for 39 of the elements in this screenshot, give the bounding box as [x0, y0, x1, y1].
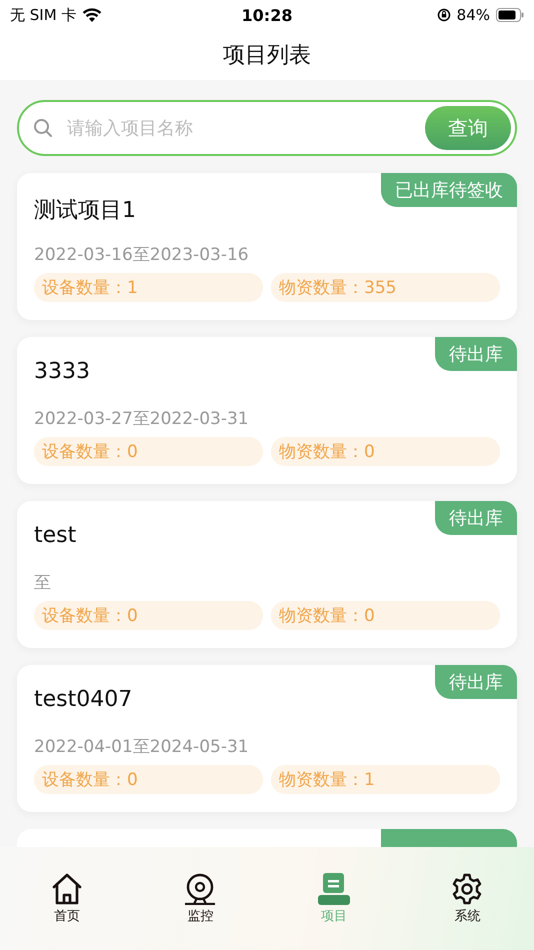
date-range: 2022-04-01至2024-05-31: [34, 736, 250, 759]
material-count: 物资数量：355: [271, 273, 500, 302]
device-count: 设备数量：1: [34, 273, 263, 302]
wifi-icon: [82, 8, 102, 22]
material-count: 物资数量：1: [271, 765, 500, 794]
status-tag: 待出库: [435, 501, 517, 535]
project-card[interactable]: 3333 待出库 2022-03-27至2022-03-31 设备数量：0 物资数量：0: [17, 337, 517, 484]
status-tag: 待出库: [435, 665, 517, 699]
date-range: 2022-03-27至2022-03-31: [34, 408, 250, 431]
search-icon: [33, 118, 53, 138]
page-title: 项目列表: [223, 42, 311, 70]
tab-item[interactable]: 首页: [0, 873, 134, 950]
device-count: 设备数量：0: [34, 765, 263, 794]
carrier-label: 无 SIM 卡: [10, 6, 76, 24]
settings-icon: [451, 873, 484, 905]
tab-item[interactable]: 系统: [400, 873, 534, 950]
device-count: 设备数量：0: [34, 601, 263, 630]
tab-item[interactable]: 监控: [134, 873, 267, 950]
material-count: 物资数量：0: [271, 601, 500, 630]
webcam-icon: [184, 873, 216, 905]
battery-percent: 84%: [456, 6, 490, 24]
project-card[interactable]: test 待出库 至 设备数量：0 物资数量：0: [17, 501, 517, 648]
date-range: 2022-03-16至2023-03-16: [34, 244, 250, 267]
status-tag: 待出库: [435, 337, 517, 371]
status-tag: 已出库待签收: [381, 173, 517, 207]
project-card[interactable]: 测试项目1 已出库待签收 2022-03-16至2023-03-16 设备数量：1 物资数量：355: [17, 173, 517, 320]
battery-icon: [496, 8, 524, 22]
project-name: test0407: [34, 687, 132, 712]
device-count: 设备数量：0: [34, 437, 263, 466]
project-icon: [318, 873, 350, 905]
date-range: 至: [34, 572, 52, 595]
time-label: 10:28: [242, 6, 292, 24]
project-card[interactable]: test0407 待出库 2022-04-01至2024-05-31 设备数量：0 物资数量：1: [17, 665, 517, 812]
material-count: 物资数量：0: [271, 437, 500, 466]
project-name: 3333: [34, 359, 90, 384]
project-name: test: [34, 523, 76, 548]
house-icon: [50, 873, 83, 905]
project-name: 测试项目1: [34, 197, 136, 225]
rotation-lock-icon: [436, 8, 451, 22]
